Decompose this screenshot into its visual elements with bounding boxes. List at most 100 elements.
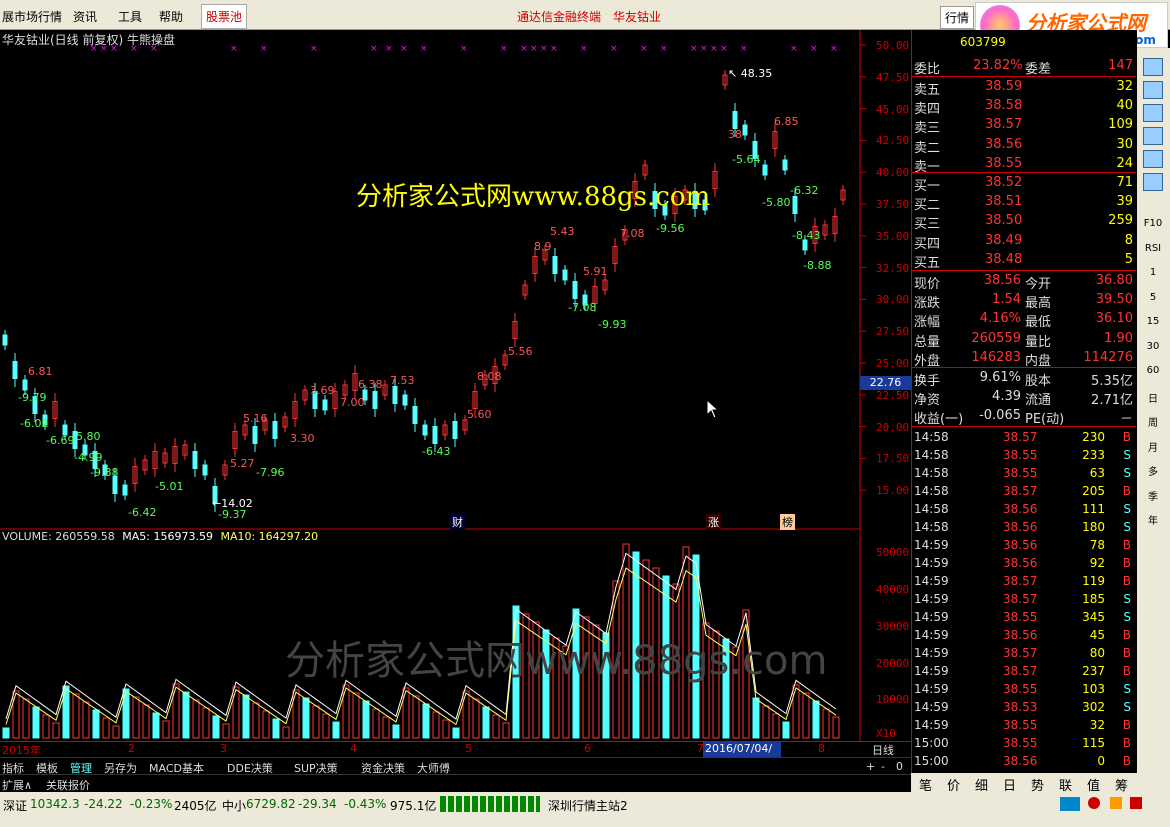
tick-side: S [1123,448,1131,462]
tick-row: 14:59 38.56 45 B [913,627,1135,645]
quote-row: 买四 38.49 8 [913,232,1135,252]
current-price-tag: 22.76 [860,376,911,390]
badge-rise[interactable]: 涨 [706,514,721,530]
x-label-6: 6 [584,742,591,755]
volume-bar [312,705,320,739]
badge-finance[interactable]: 财 [450,514,465,530]
menu-help[interactable]: 帮助 [159,8,183,25]
fall-label: -7.96 [256,466,284,479]
side-button[interactable]: F10 [1140,218,1166,238]
ask-label: 卖二 [914,140,941,156]
bid-volume: 259 [1108,213,1133,229]
tool-icon[interactable] [1143,58,1163,76]
zx-percent: -0.43% [344,797,387,811]
expand-tab[interactable]: 扩展∧ [2,777,32,793]
pager-button[interactable]: - [881,760,885,773]
side-button[interactable]: 15 [1140,316,1166,336]
signal-marker: × [790,44,798,54]
tool-icon[interactable] [1143,127,1163,145]
price-tick: 17.50 [876,452,910,466]
menu-tools[interactable]: 工具 [118,8,142,25]
tick-volume: 205 [1082,484,1105,498]
tick-row: 15:00 38.56 0 B [913,753,1135,771]
alert-icon[interactable] [1088,797,1100,809]
warn-icon[interactable] [1130,797,1142,809]
tick-row: 14:58 38.57 230 B [913,429,1135,447]
tool-icon[interactable] [1143,150,1163,168]
price-tick: 15.00 [876,484,910,498]
status-bar: 深证 10342.3 -24.22 -0.23% 2405亿 中小 6729.8… [0,792,1170,827]
ask-label: 卖五 [914,83,941,98]
divider [912,367,1136,368]
side-button[interactable]: 60 [1140,365,1166,385]
signal-marker: × [660,44,668,54]
tick-volume: 78 [1089,538,1105,552]
rise-label: 6.38 [358,378,383,391]
period-label[interactable]: 日线 [872,742,894,758]
price-tick: 42.50 [876,134,910,148]
side-button[interactable]: 月 [1140,439,1166,459]
rise-label: 8.08 [477,370,502,383]
price-tick: 37.50 [876,198,910,211]
pager-button[interactable]: 0 [896,760,903,773]
side-button[interactable]: 5 [1140,292,1166,312]
rise-label: 5.43 [550,225,575,238]
signal-marker: × [260,44,268,54]
ask-price: 38.59 [985,79,1023,94]
fall-label: -9.93 [598,318,626,331]
volume-bar [452,727,460,739]
side-button[interactable]: RSI [1140,243,1166,263]
side-button[interactable]: 年 [1140,512,1166,532]
tool-icon[interactable] [1143,104,1163,122]
tick-price: 38.53 [1003,700,1038,714]
volume-bar [212,715,220,739]
side-button[interactable]: 1 [1140,267,1166,287]
menu-market[interactable]: 展市场行情 [2,8,62,25]
price-tick: 40.00 [876,166,910,180]
side-toolbar: F10 RSI 1 5 15 30 60 日周月多季年 [1137,48,1170,792]
ask-label: 卖三 [914,121,941,137]
tool-icon[interactable] [1143,173,1163,191]
news-icon[interactable] [1110,797,1122,809]
divider [912,270,1136,271]
badge-rank[interactable]: 榜 [780,514,795,530]
tick-price: 38.56 [1003,628,1038,642]
side-button[interactable]: 30 [1140,341,1166,361]
tick-price: 38.56 [1003,502,1038,516]
connection-icon[interactable] [1060,797,1080,811]
low-label: ←14.02 [212,497,253,510]
fall-label: -7.08 [568,301,596,314]
side-button[interactable]: 多 [1140,463,1166,483]
sz-amount: 2405亿 [174,799,217,813]
pager-button[interactable]: + [866,760,875,773]
side-button[interactable]: 周 [1140,414,1166,434]
menu-stock-pool[interactable]: 股票池 [201,4,248,29]
volume-bar [32,706,40,739]
related-quote-tab[interactable]: 关联报价 [46,777,90,793]
volume-bar [752,697,760,739]
tick-side: S [1123,520,1131,534]
price-tick: 35.00 [876,229,910,243]
tick-price: 38.55 [1003,736,1038,750]
tick-time: 14:58 [914,466,949,480]
tick-volume: 119 [1082,574,1105,588]
quote-row: 总量 260559 量比 1.90 [913,330,1135,350]
volume-bar [22,698,30,739]
price-tick: 25.00 [876,357,910,370]
tab-quote[interactable]: 行情 [940,6,975,29]
tick-time: 14:59 [914,538,949,552]
volume-bar [352,692,360,739]
quote-row: 收益(一) -0.065 PE(动) － [913,407,1135,427]
menu-news[interactable]: 资讯 [73,8,97,25]
rise-label: 5.27 [230,457,255,470]
server-name[interactable]: 深圳行情主站2 [548,797,628,814]
volume-bar [82,701,90,739]
candle-body [322,399,328,411]
tick-price: 38.56 [1003,754,1038,768]
tick-time: 14:58 [914,484,949,498]
side-button[interactable]: 季 [1140,488,1166,508]
side-button[interactable]: 日 [1140,390,1166,410]
fall-label: -6.42 [128,506,156,519]
stat-value: -0.065 [979,408,1021,424]
tool-icon[interactable] [1143,81,1163,99]
